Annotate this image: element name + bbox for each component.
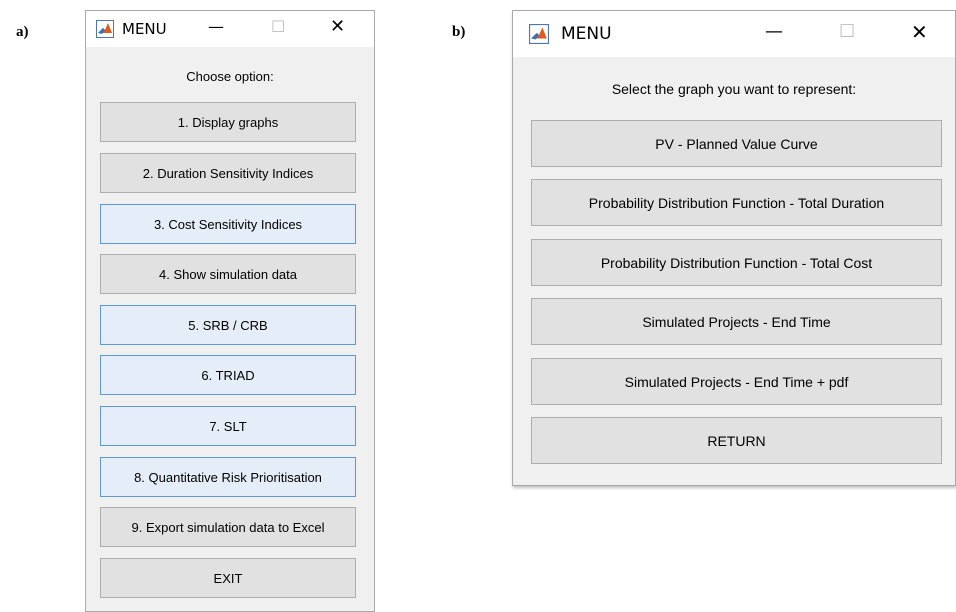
- window-title: MENU: [561, 24, 612, 44]
- close-button[interactable]: ✕: [911, 22, 928, 42]
- return-button[interactable]: RETURN: [531, 417, 942, 464]
- minimize-button[interactable]: —: [208, 19, 224, 35]
- pdf-total-cost-button[interactable]: Probability Distribution Function - Tota…: [531, 239, 942, 286]
- exit-button[interactable]: EXIT: [100, 558, 356, 598]
- title-bar: MENU — ☐ ✕: [513, 11, 955, 57]
- end-time-button[interactable]: Simulated Projects - End Time: [531, 298, 942, 345]
- pdf-total-duration-button[interactable]: Probability Distribution Function - Tota…: [531, 179, 942, 226]
- menu-window-a: MENU — ☐ ✕ Choose option: 1. Display gra…: [85, 10, 375, 612]
- window-title: MENU: [122, 20, 167, 38]
- close-button[interactable]: ✕: [330, 18, 345, 36]
- slt-button[interactable]: 7. SLT: [100, 406, 356, 446]
- prompt-text: Choose option:: [186, 69, 274, 84]
- display-graphs-button[interactable]: 1. Display graphs: [100, 102, 356, 142]
- matlab-icon: [529, 24, 549, 44]
- title-bar: MENU — ☐ ✕: [86, 11, 374, 47]
- export-excel-button[interactable]: 9. Export simulation data to Excel: [100, 507, 356, 547]
- pv-curve-button[interactable]: PV - Planned Value Curve: [531, 120, 942, 167]
- prompt-text: Select the graph you want to represent:: [611, 81, 857, 97]
- menu-window-b: MENU — ☐ ✕ Select the graph you want to …: [512, 10, 956, 486]
- maximize-button[interactable]: ☐: [839, 23, 855, 41]
- cost-sensitivity-button[interactable]: 3. Cost Sensitivity Indices: [100, 204, 356, 244]
- matlab-icon: [96, 20, 114, 38]
- minimize-button[interactable]: —: [765, 23, 783, 41]
- end-time-pdf-button[interactable]: Simulated Projects - End Time + pdf: [531, 358, 942, 405]
- panel-label-b: b): [452, 24, 466, 40]
- risk-prioritisation-button[interactable]: 8. Quantitative Risk Prioritisation: [100, 457, 356, 497]
- srb-crb-button[interactable]: 5. SRB / CRB: [100, 305, 356, 345]
- triad-button[interactable]: 6. TRIAD: [100, 355, 356, 395]
- show-simulation-data-button[interactable]: 4. Show simulation data: [100, 254, 356, 294]
- duration-sensitivity-button[interactable]: 2. Duration Sensitivity Indices: [100, 153, 356, 193]
- maximize-button[interactable]: ☐: [271, 19, 285, 35]
- panel-label-a: a): [16, 24, 29, 40]
